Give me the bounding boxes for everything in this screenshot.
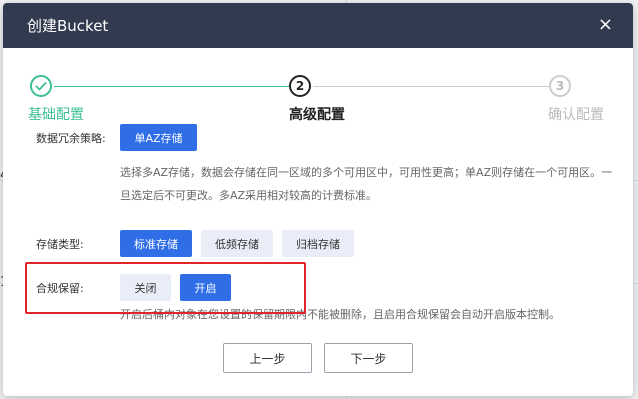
redundancy-desc-line: 选择多AZ存储，数据会存储在同一区域的多个可用区中，可用性更高；单AZ则存储在一…	[120, 166, 613, 179]
redundancy-description: 选择多AZ存储，数据会存储在同一区域的多个可用区中，可用性更高；单AZ则存储在一…	[120, 161, 620, 207]
highlight-box	[25, 262, 306, 314]
single-az-button[interactable]: 单AZ存储	[120, 124, 197, 151]
step-3-circle: 3	[549, 75, 571, 97]
close-icon[interactable]: ×	[598, 15, 613, 35]
step-3-label: 确认配置	[548, 107, 604, 123]
step-1-label: 基础配置	[28, 107, 84, 123]
step-connector	[313, 86, 549, 87]
step-1-check-icon	[30, 75, 52, 97]
step-connector	[54, 86, 289, 87]
create-bucket-dialog: 创建Bucket × 2 3 基础配置 高级配置 确认配置 数据冗余策略: 单A…	[3, 3, 633, 396]
step-2-label: 高级配置	[289, 107, 345, 123]
redundancy-label: 数据冗余策略:	[36, 132, 106, 145]
dialog-header: 创建Bucket	[3, 3, 633, 48]
archive-storage-button[interactable]: 归档存储	[282, 230, 354, 257]
standard-storage-button[interactable]: 标准存储	[120, 230, 192, 257]
previous-button[interactable]: 上一步	[223, 343, 312, 373]
redundancy-desc-line: 旦选定后不可更改。多AZ采用相对较高的计费标准。	[120, 189, 378, 202]
dialog-title: 创建Bucket	[27, 17, 109, 35]
storage-type-label: 存储类型:	[36, 238, 84, 251]
next-button[interactable]: 下一步	[324, 343, 413, 373]
infrequent-storage-button[interactable]: 低频存储	[201, 230, 273, 257]
step-2-circle: 2	[289, 75, 311, 97]
